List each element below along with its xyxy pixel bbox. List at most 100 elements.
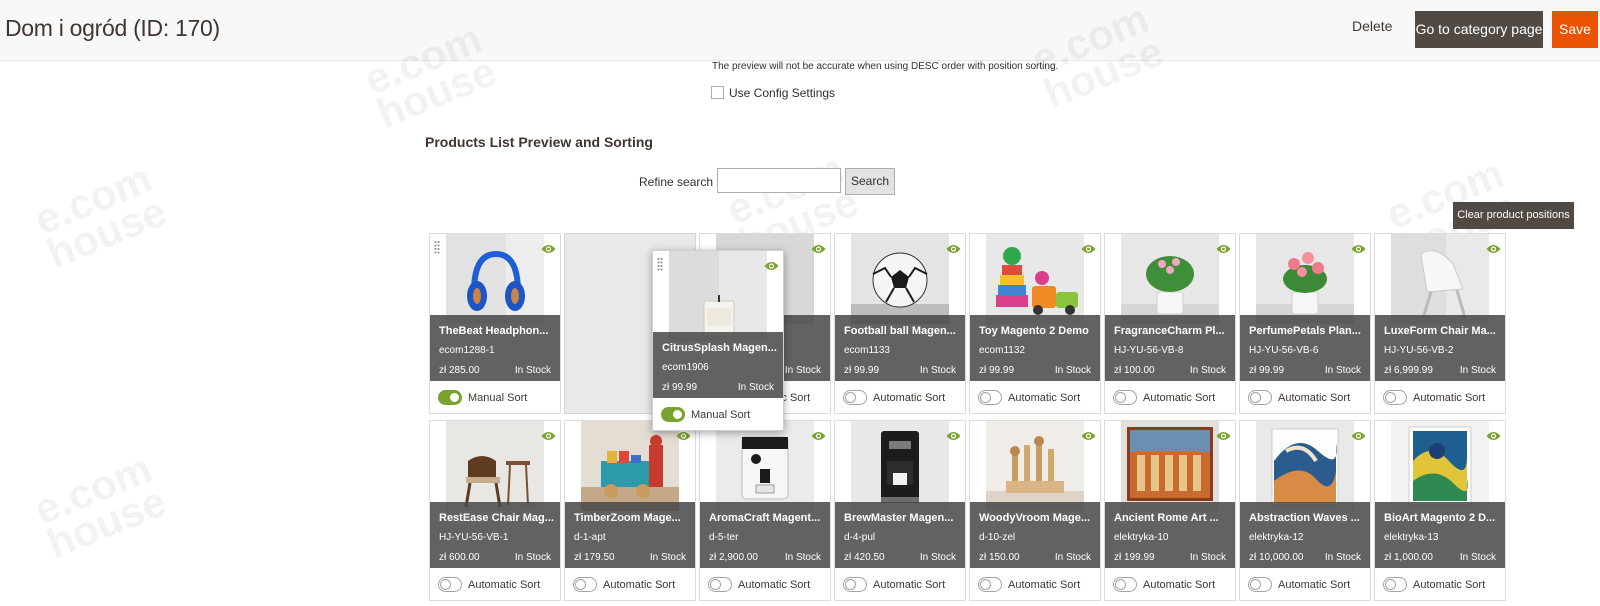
sort-mode-label: Manual Sort <box>468 392 528 404</box>
product-sku: ecom1133 <box>844 345 890 356</box>
visibility-eye-icon[interactable] <box>541 241 556 253</box>
product-info-overlay: Abstraction Waves ... elektryka-12 zł 10,0… <box>1240 502 1370 568</box>
sort-mode-label: Automatic Sort <box>1278 392 1351 404</box>
visibility-eye-icon[interactable] <box>946 428 961 440</box>
sort-mode-label: Automatic Sort <box>1008 392 1081 404</box>
watermark: e.comhouse <box>27 154 173 278</box>
visibility-eye-icon[interactable] <box>1351 428 1366 440</box>
product-price: zł 179.50 <box>574 552 615 563</box>
visibility-eye-icon[interactable] <box>811 241 826 253</box>
visibility-eye-icon[interactable] <box>1486 241 1501 253</box>
sort-toggle[interactable] <box>661 407 685 422</box>
sort-toggle[interactable] <box>1113 390 1137 405</box>
sort-toggle[interactable] <box>843 390 867 405</box>
sort-toggle[interactable] <box>438 577 462 592</box>
product-image <box>581 421 679 511</box>
product-sku: HJ-YU-56-VB-6 <box>1249 345 1319 356</box>
product-name: AromaCraft Magent... <box>709 512 821 524</box>
product-stock: In Stock <box>784 552 821 563</box>
product-image <box>446 421 544 511</box>
product-sku: HJ-YU-56-VB-8 <box>1114 345 1184 356</box>
product-card[interactable]: AromaCraft Magent... d-5-ter zł 2,900.00 In… <box>699 420 831 601</box>
product-card[interactable]: Football ball Magen... ecom1133 zł 99.99 In… <box>834 233 966 414</box>
product-price: zł 99.99 <box>844 365 880 376</box>
product-image <box>986 421 1084 511</box>
product-info-overlay: AromaCraft Magent... d-5-ter zł 2,900.00 In… <box>700 502 830 568</box>
product-image <box>851 421 949 511</box>
product-image <box>716 421 814 511</box>
use-config-checkbox[interactable] <box>711 86 724 99</box>
sort-mode-label: Automatic Sort <box>738 579 811 591</box>
sort-toggle[interactable] <box>978 390 1002 405</box>
product-image <box>1256 421 1354 511</box>
product-card[interactable]: BioArt Magento 2 D... elektryka-13 zł 1,00… <box>1374 420 1506 601</box>
product-stock: In Stock <box>1189 552 1226 563</box>
product-info-overlay: Ancient Rome Art ... elektryka-10 zł 199.9… <box>1105 502 1235 568</box>
save-button[interactable]: Save <box>1552 11 1598 48</box>
sort-toggle[interactable] <box>978 577 1002 592</box>
product-name: Ancient Rome Art ... <box>1114 512 1219 524</box>
visibility-eye-icon[interactable] <box>1216 428 1231 440</box>
product-stock: In Stock <box>1459 365 1496 376</box>
product-card[interactable]: CitrusSplash Magen... ecom1906 zł 99.99 In … <box>652 250 784 431</box>
go-to-category-button[interactable]: Go to category page <box>1415 11 1543 48</box>
search-button[interactable]: Search <box>845 168 895 195</box>
product-card[interactable]: WoodyVroom Mage... d-10-zel zł 150.00 In St… <box>969 420 1101 601</box>
product-card[interactable]: Abstraction Waves ... elektryka-12 zł 10,0… <box>1239 420 1371 601</box>
product-card[interactable]: PerfumePetals Plan... HJ-YU-56-VB-6 zł 99.… <box>1239 233 1371 414</box>
visibility-eye-icon[interactable] <box>1486 428 1501 440</box>
product-name: Toy Magento 2 Demo <box>979 325 1089 337</box>
product-name: LuxeForm Chair Ma... <box>1384 325 1496 337</box>
product-image <box>669 251 767 341</box>
product-sku: elektryka-10 <box>1114 532 1169 543</box>
sort-toggle[interactable] <box>1383 390 1407 405</box>
visibility-eye-icon[interactable] <box>1081 241 1096 253</box>
use-config-label: Use Config Settings <box>729 86 836 100</box>
product-card[interactable]: Ancient Rome Art ... elektryka-10 zł 199.9… <box>1104 420 1236 601</box>
product-card[interactable]: TheBeat Headphon... ecom1288-1 zł 285.00 In… <box>429 233 561 414</box>
product-price: zł 420.50 <box>844 552 885 563</box>
sort-mode-label: Automatic Sort <box>1008 579 1081 591</box>
drag-handle-icon[interactable] <box>434 240 440 254</box>
product-image <box>446 234 544 324</box>
product-image <box>851 234 949 324</box>
product-sku: elektryka-12 <box>1249 532 1304 543</box>
product-card[interactable]: BrewMaster Magen... d-4-pul zł 420.50 In St… <box>834 420 966 601</box>
visibility-eye-icon[interactable] <box>541 428 556 440</box>
sort-toggle[interactable] <box>1248 390 1272 405</box>
sort-mode-label: Automatic Sort <box>603 579 676 591</box>
sort-mode-label: Manual Sort <box>691 409 751 421</box>
sort-toggle[interactable] <box>438 390 462 405</box>
product-card[interactable]: RestEase Chair Mag... HJ-YU-56-VB-1 zł 600… <box>429 420 561 601</box>
sort-toggle[interactable] <box>573 577 597 592</box>
product-price: zł 10,000.00 <box>1249 552 1304 563</box>
product-card[interactable]: TimberZoom Mage... d-1-apt zł 179.50 In Sto… <box>564 420 696 601</box>
visibility-eye-icon[interactable] <box>764 258 779 270</box>
product-info-overlay: TimberZoom Mage... d-1-apt zł 179.50 In Sto… <box>565 502 695 568</box>
sort-toggle[interactable] <box>1383 577 1407 592</box>
visibility-eye-icon[interactable] <box>1351 241 1366 253</box>
drag-handle-icon[interactable] <box>657 257 663 271</box>
product-stock: In Stock <box>919 552 956 563</box>
visibility-eye-icon[interactable] <box>946 241 961 253</box>
sort-toggle[interactable] <box>843 577 867 592</box>
sort-toggle[interactable] <box>1113 577 1137 592</box>
sort-mode-label: Automatic Sort <box>1278 579 1351 591</box>
product-card[interactable]: LuxeForm Chair Ma... HJ-YU-56-VB-2 zł 6,99… <box>1374 233 1506 414</box>
visibility-eye-icon[interactable] <box>1081 428 1096 440</box>
visibility-eye-icon[interactable] <box>1216 241 1231 253</box>
sort-toggle[interactable] <box>1248 577 1272 592</box>
product-card[interactable]: FragranceCharm Pl... HJ-YU-56-VB-8 zł 100.… <box>1104 233 1236 414</box>
product-price: zł 6,999.99 <box>1384 365 1433 376</box>
product-price: zł 199.99 <box>1114 552 1155 563</box>
product-info-overlay: Toy Magento 2 Demo ecom1132 zł 99.99 In Sto… <box>970 315 1100 381</box>
refine-search-input[interactable] <box>717 168 841 193</box>
sort-toggle[interactable] <box>708 577 732 592</box>
clear-positions-button[interactable]: Clear product positions <box>1453 202 1574 229</box>
product-name: CitrusSplash Magen... <box>662 342 777 354</box>
product-stock: In Stock <box>1324 365 1361 376</box>
delete-button[interactable]: Delete <box>1352 18 1392 34</box>
product-image <box>1391 234 1489 324</box>
visibility-eye-icon[interactable] <box>811 428 826 440</box>
product-card[interactable]: Toy Magento 2 Demo ecom1132 zł 99.99 In Sto… <box>969 233 1101 414</box>
